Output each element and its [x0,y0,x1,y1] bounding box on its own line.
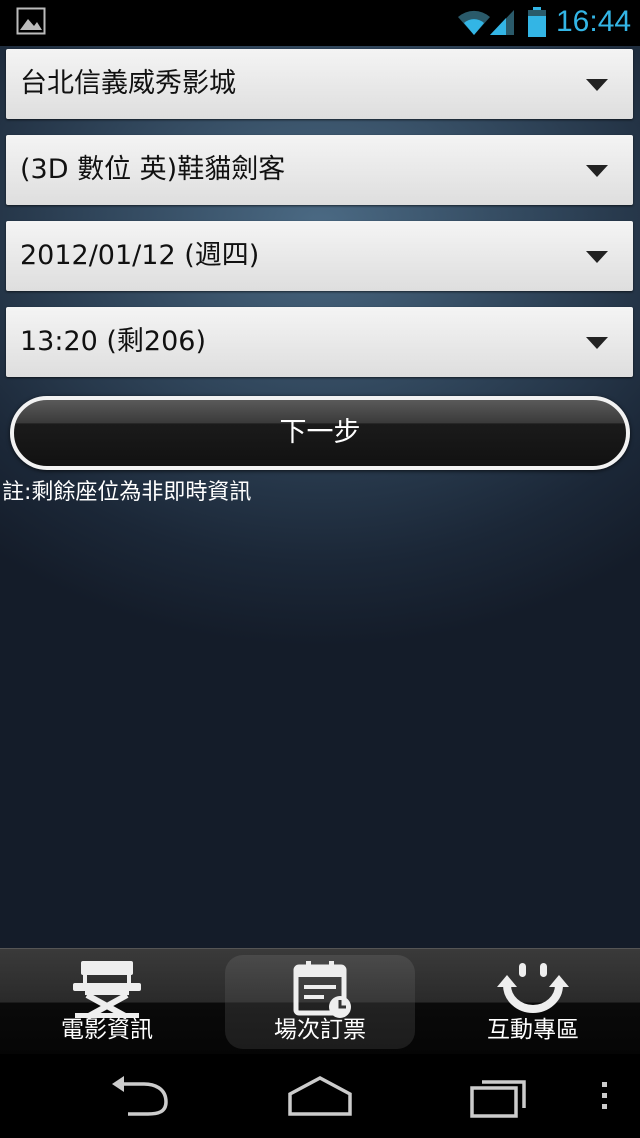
home-icon[interactable] [286,1072,354,1120]
seat-availability-note: 註:剩餘座位為非即時資訊 [2,480,252,505]
movie-select[interactable]: (3D 數位 英)鞋貓劍客 [6,135,633,205]
signal-icon [490,10,514,35]
tab-interactive-zone[interactable]: 互動專區 [438,955,628,1049]
tab-movie-info-label: 電影資訊 [61,1017,153,1043]
gallery-icon [16,7,46,35]
status-time: 16:44 [556,5,632,38]
system-nav-bar [0,1054,640,1138]
tab-bar: 電影資訊 場次訂票 互動專區 [0,948,640,1055]
next-step-button[interactable]: 下一步 [10,396,630,470]
showtime-select-value: 13:20 (剩206) [20,326,206,357]
tab-showtime-booking[interactable]: 場次訂票 [225,955,415,1049]
wifi-icon [458,10,490,35]
director-chair-icon [73,961,141,1019]
dropdown-arrow-icon [586,79,608,91]
dropdown-arrow-icon [586,337,608,349]
battery-icon [528,7,546,37]
recent-apps-icon[interactable] [468,1072,532,1120]
theater-select[interactable]: 台北信義威秀影城 [6,49,633,119]
tab-movie-info[interactable]: 電影資訊 [12,955,202,1049]
status-bar: 16:44 [0,0,640,46]
overflow-menu-icon[interactable] [598,1072,612,1120]
tab-showtime-booking-label: 場次訂票 [274,1017,366,1043]
smiley-arrows-icon [497,963,569,1013]
movie-select-value: (3D 數位 英)鞋貓劍客 [20,154,286,185]
back-icon[interactable] [108,1072,174,1120]
dropdown-arrow-icon [586,251,608,263]
dropdown-arrow-icon [586,165,608,177]
date-select[interactable]: 2012/01/12 (週四) [6,221,633,291]
tab-interactive-zone-label: 互動專區 [487,1017,579,1043]
calendar-clock-icon [293,961,351,1018]
showtime-select[interactable]: 13:20 (剩206) [6,307,633,377]
date-select-value: 2012/01/12 (週四) [20,240,260,271]
booking-form: 台北信義威秀影城 (3D 數位 英)鞋貓劍客 2012/01/12 (週四) 1… [0,46,640,948]
theater-select-value: 台北信義威秀影城 [20,68,236,99]
